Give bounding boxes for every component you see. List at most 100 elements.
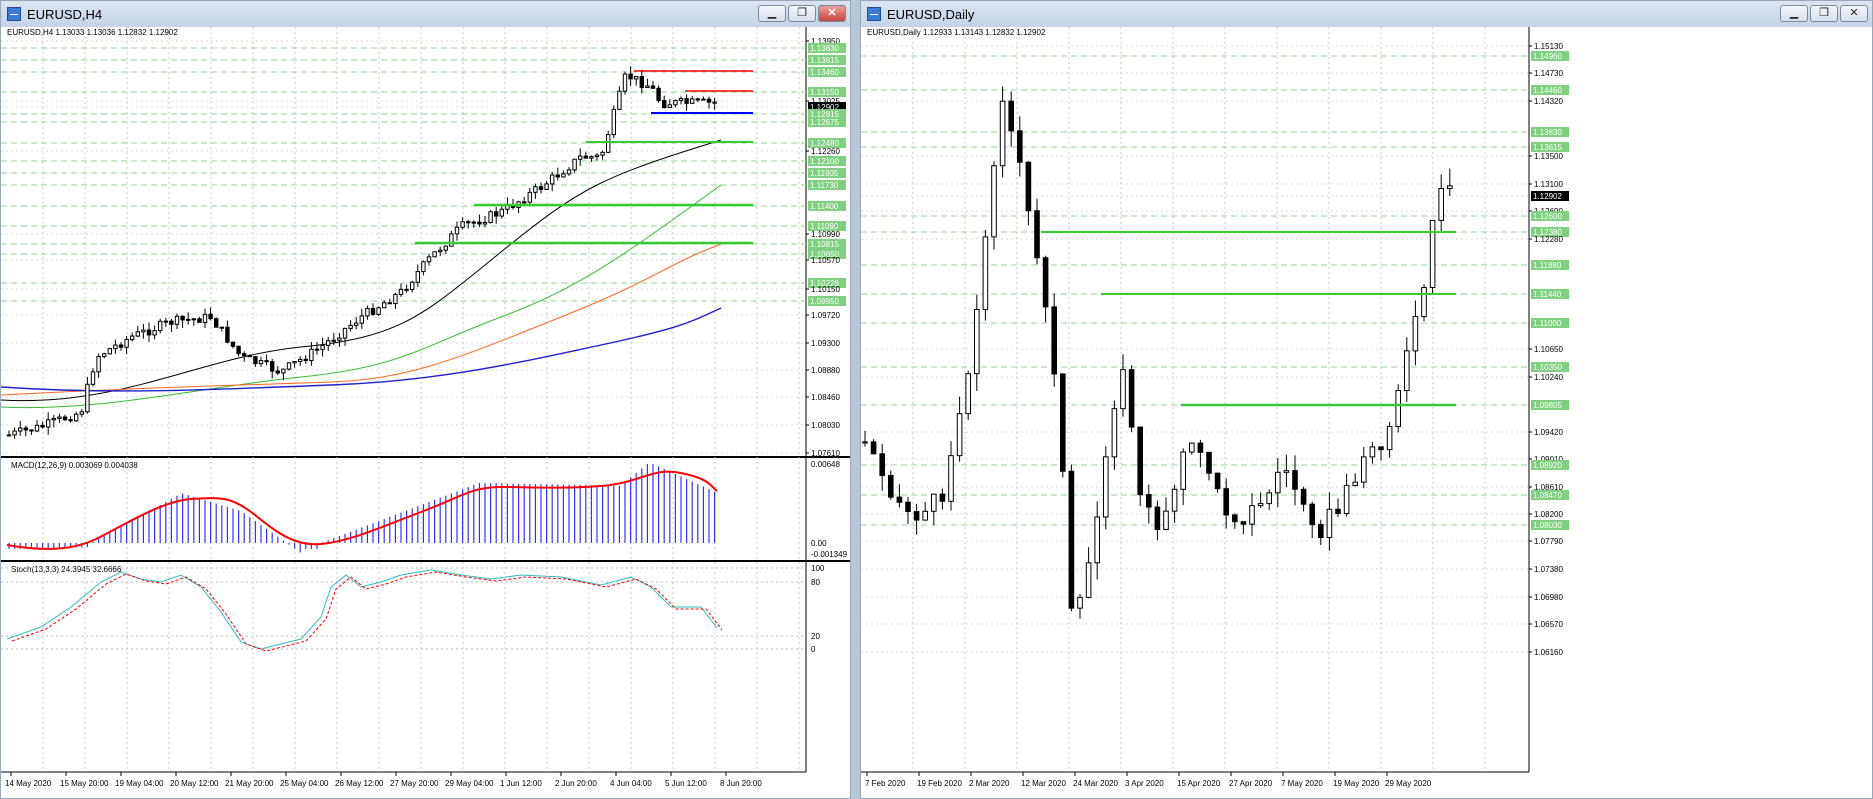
candle-body — [1257, 503, 1264, 507]
price-label: 1.08880 — [811, 366, 840, 375]
candle-body — [1154, 506, 1161, 531]
candle-body — [1292, 470, 1298, 490]
stoch-tick: 80 — [811, 578, 820, 587]
candle-body — [1429, 219, 1436, 288]
price-label: 1.10815 — [810, 240, 839, 249]
candle-body — [991, 165, 997, 238]
window-titlebar[interactable]: EURUSD,Daily ▁ ❐ ✕ — [861, 1, 1872, 28]
candle-body — [1051, 306, 1057, 375]
window-title: EURUSD,H4 — [27, 6, 103, 22]
time-label: 12 Mar 2020 — [1021, 779, 1066, 788]
price-label: 1.13615 — [810, 56, 839, 65]
candle-body — [578, 155, 583, 160]
restore-button[interactable]: ❐ — [788, 5, 816, 22]
candle-body — [247, 355, 253, 358]
candle-body — [678, 98, 684, 101]
candle-body — [298, 358, 303, 363]
minimize-button[interactable]: ▁ — [1780, 5, 1808, 22]
candle-body — [1232, 514, 1238, 523]
daily-chart-canvas[interactable]: 1.151301.14960 1.14730 1.14460 1.14320 1.138… — [861, 27, 1872, 798]
time-label: 2 Jun 20:00 — [555, 779, 597, 788]
candle-body — [29, 429, 34, 432]
price-label: 1.15130 — [1534, 42, 1563, 51]
time-label: 27 Apr 2020 — [1229, 779, 1273, 788]
candle-body — [1369, 446, 1376, 458]
candle-body — [922, 510, 929, 521]
candle-body — [410, 281, 415, 291]
candle-body — [931, 493, 937, 512]
candle-body — [454, 226, 460, 235]
restore-button[interactable]: ❐ — [1810, 5, 1838, 22]
candle-body — [1094, 516, 1100, 564]
candle-body — [656, 87, 661, 101]
h4-chart-canvas[interactable]: 1.139501.138301.136151.134601.131501.130… — [1, 27, 850, 798]
candle-body — [1361, 456, 1367, 483]
price-label: 1.11400 — [810, 202, 839, 211]
close-button[interactable]: ✕ — [1840, 5, 1868, 22]
candle-body — [46, 419, 51, 428]
candle-body — [628, 73, 633, 80]
candle-body — [270, 361, 275, 372]
price-label: 1.08470 — [1533, 491, 1562, 500]
candle-body — [281, 368, 286, 374]
price-label: 1.08030 — [811, 421, 840, 430]
candle-body — [706, 98, 712, 103]
candle-body — [96, 356, 101, 373]
price-label: 1.13150 — [810, 88, 839, 97]
price-label: 1.08200 — [1534, 510, 1563, 519]
candle-body — [342, 327, 348, 339]
candle-body — [1300, 488, 1307, 505]
candle-body — [393, 293, 398, 305]
candle-body — [158, 320, 163, 332]
candle-body — [1077, 596, 1083, 609]
close-button[interactable]: ✕ — [818, 5, 846, 22]
price-label: 1.11880 — [1533, 261, 1562, 270]
candle-body — [1068, 470, 1075, 609]
candle-body — [292, 361, 297, 364]
price-label: 1.12902 — [1533, 192, 1562, 201]
candle-body — [673, 99, 678, 106]
candle-body — [913, 510, 920, 521]
stoch-label: Stoch(13,3,3) 24.3945 32.6666 — [11, 565, 122, 574]
candle-body — [999, 100, 1006, 167]
price-label: 1.07610 — [811, 449, 840, 458]
candle-body — [1309, 503, 1315, 526]
price-label: 1.08460 — [811, 393, 840, 402]
window-titlebar[interactable]: EURUSD,H4 ▁ ❐ ✕ — [1, 1, 850, 28]
price-label: 1.12280 — [1534, 235, 1563, 244]
minimize-button[interactable]: ▁ — [758, 5, 786, 22]
chart-window-h4[interactable]: EURUSD,H4 ▁ ❐ ✕ 1.13950 1.13830 1.13615 1.1… — [0, 0, 851, 799]
candle-body — [130, 335, 135, 340]
price-label: 1.08920 — [1533, 461, 1562, 470]
time-label: 19 May 2020 — [1333, 779, 1380, 788]
macd-label: MACD(12,26,9) 0.003069 0.004038 — [11, 461, 138, 470]
candle-body — [533, 186, 538, 193]
candle-body — [1240, 521, 1247, 525]
time-label: 19 May 04:00 — [115, 779, 164, 788]
candle-body — [956, 413, 963, 457]
candle-body — [544, 183, 549, 190]
candle-body — [488, 211, 493, 223]
candle-body — [113, 344, 118, 350]
candle-body — [948, 455, 954, 502]
candle-body — [376, 307, 381, 315]
chart-info-label: EURUSD,H4 1.13033 1.13036 1.12832 1.1290… — [7, 28, 178, 37]
price-label: 1.09720 — [811, 311, 840, 320]
window-title: EURUSD,Daily — [887, 6, 975, 22]
candle-body — [639, 76, 644, 89]
candle-body — [79, 411, 84, 415]
candle-body — [1421, 286, 1427, 318]
candle-body — [572, 158, 577, 171]
price-label: 1.14960 — [1533, 52, 1562, 61]
price-label: 1.06160 — [1534, 648, 1563, 657]
candle-body — [107, 348, 112, 355]
price-label: 1.14730 — [1534, 69, 1563, 78]
candle-body — [974, 309, 980, 375]
candle-body — [264, 360, 269, 363]
time-label: 8 Jun 20:00 — [720, 779, 762, 788]
candle-body — [1111, 408, 1118, 458]
stoch-tick: 100 — [811, 564, 825, 573]
time-label: 14 May 2020 — [5, 779, 52, 788]
chart-window-daily[interactable]: EURUSD,Daily ▁ ❐ ✕ 1.15130 1.14960 1.14730… — [860, 0, 1873, 799]
price-label: 1.11730 — [810, 181, 839, 190]
